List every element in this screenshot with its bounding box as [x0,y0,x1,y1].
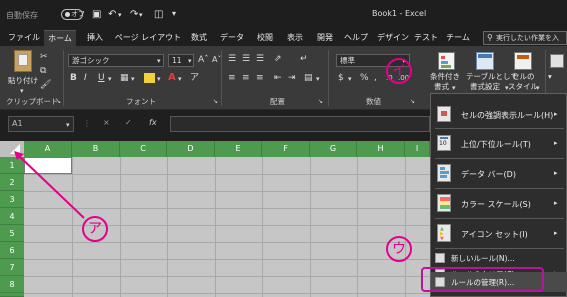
annotation-a: ア [82,216,108,242]
manage-rules-highlight [421,267,544,292]
annotation-pointer-line [17,154,85,219]
annotation-overlay [14,151,85,219]
annotation-i: イ [386,58,412,84]
annotation-u: ウ [386,236,412,262]
